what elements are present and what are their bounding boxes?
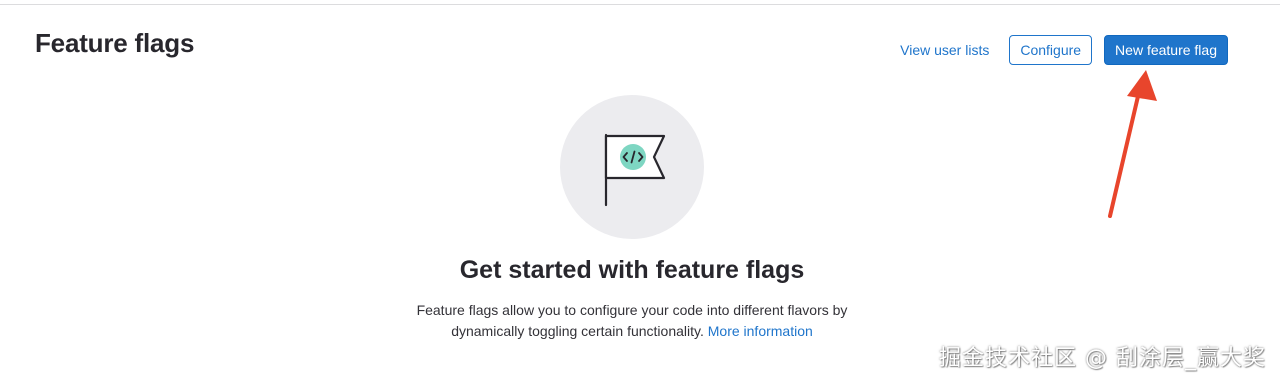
page-title: Feature flags: [35, 28, 195, 58]
feature-flag-code-icon: [604, 133, 666, 207]
empty-state-description: Feature flags allow you to configure you…: [380, 300, 884, 342]
empty-state-title: Get started with feature flags: [459, 256, 805, 284]
view-user-lists-link[interactable]: View user lists: [894, 35, 995, 65]
new-feature-flag-button[interactable]: New feature flag: [1104, 35, 1228, 65]
watermark-text: 掘金技术社区 @ 刮涂层_赢大奖: [939, 346, 1266, 371]
feature-flags-page: Feature flags View user lists Configure …: [0, 0, 1280, 380]
more-information-link[interactable]: More information: [708, 323, 813, 339]
configure-button[interactable]: Configure: [1009, 35, 1093, 65]
header-actions: View user lists Configure New feature fl…: [894, 35, 1228, 65]
red-arrow-icon: [1108, 70, 1157, 218]
empty-state-illustration: [560, 95, 704, 239]
top-divider: [0, 4, 1280, 5]
